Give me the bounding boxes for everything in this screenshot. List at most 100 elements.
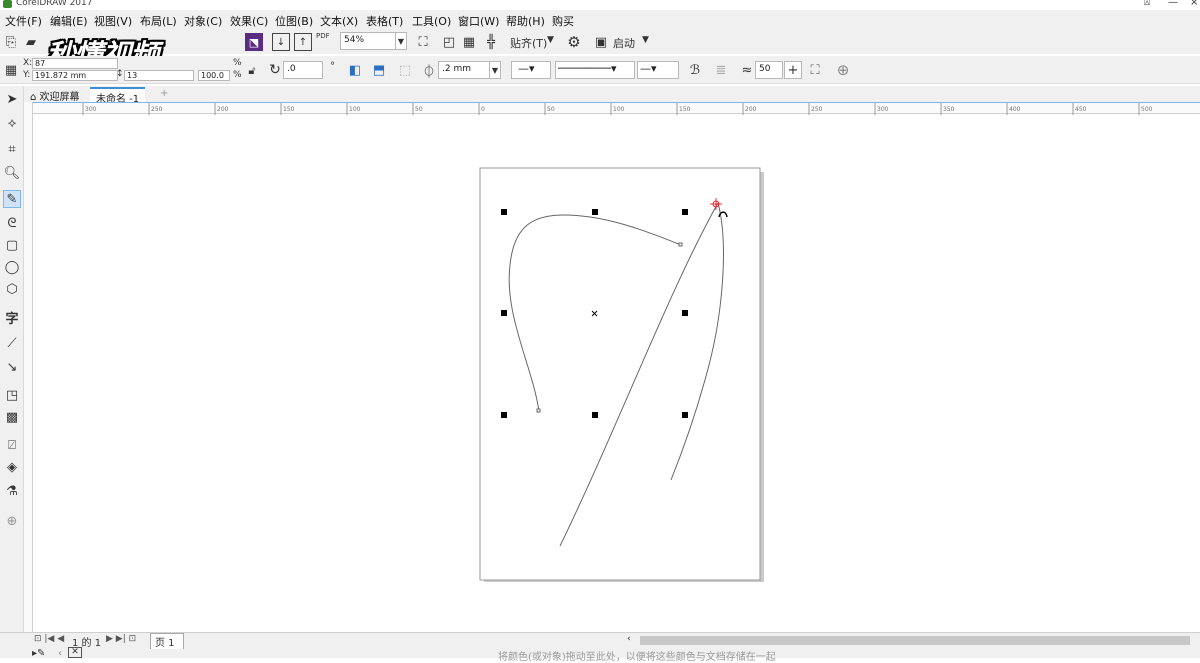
rectangle-tool-icon[interactable]: ▢ [3,236,21,254]
pdf-icon[interactable]: PDF [316,33,330,40]
freehand-tool-icon[interactable]: ✎ [3,190,21,208]
export-icon[interactable]: ↑ [294,33,312,51]
horizontal-ruler[interactable]: 300 250 200 150 100 50 0 50 100 150 200 250 300 350 40… [33,102,1200,115]
menu-file[interactable]: 文件(F) [5,13,42,29]
import-icon[interactable]: ↓ [272,33,290,51]
close-curve-icon[interactable]: ℬ [686,61,704,79]
selection-handle-bottom-left[interactable] [501,412,507,418]
zoom-dropdown-icon[interactable]: ▼ [396,32,407,50]
start-arrowhead-select[interactable]: —▾ [511,61,551,79]
mirror-horizontal-icon[interactable]: ◧ [346,61,364,79]
mirror-vertical-icon[interactable]: ⬒ [370,61,388,79]
tab-welcome-screen[interactable]: ⌂ 欢迎屏幕 [24,87,86,103]
quick-customize-icon[interactable]: ⊕ [834,61,852,79]
open-icon[interactable]: ▰ [22,33,40,51]
parallel-dimension-tool-icon[interactable]: ⟋ [3,334,21,352]
curve-node[interactable] [536,408,541,413]
options-gear-icon[interactable]: ⚙ [565,33,583,51]
snap-dropdown-icon[interactable]: ▼ [547,35,554,45]
y-position-field[interactable]: 191.872 mm [32,70,118,81]
selection-handle-bottom-right[interactable] [682,412,688,418]
interactive-fill-tool-icon[interactable]: ◈ [3,458,21,476]
show-grid-icon[interactable]: ▦ [460,33,478,51]
page-nav-first-icon[interactable]: ⊡ |◀ ◀ [34,634,64,644]
outline-width-dropdown-icon[interactable]: ▼ [490,61,501,79]
launch-menu[interactable]: 启动 [613,35,635,51]
new-document-icon[interactable]: ⎘ [2,33,20,51]
launch-dropdown-icon[interactable]: ▼ [642,35,649,45]
page-nav-last-icon[interactable]: ▶ ▶| ⊡ [106,634,136,644]
drawing-canvas[interactable] [34,115,1200,632]
smart-fill-tool-icon[interactable]: ⚗ [3,482,21,500]
launch-icon[interactable]: ▣ [592,33,610,51]
to-curves-icon[interactable]: ⬚ [396,61,414,79]
selection-handle-top-center[interactable] [592,209,598,215]
menu-layout[interactable]: 布局(L) [140,13,177,29]
smoothing-slider-icon[interactable]: + [784,61,802,79]
menu-buy[interactable]: 购买 [552,13,574,29]
show-rulers-icon[interactable]: ◰ [440,33,458,51]
drop-shadow-tool-icon[interactable]: ◳ [3,386,21,404]
scroll-left-icon[interactable]: ‹ [627,634,631,644]
artistic-media-tool-icon[interactable]: ᘓ [3,214,21,232]
selection-handle-bottom-center[interactable] [592,412,598,418]
menu-text[interactable]: 文本(X) [320,13,358,29]
menu-window[interactable]: 窗口(W) [458,13,499,29]
polygon-tool-icon[interactable]: ⬡ [3,280,21,298]
vertical-ruler[interactable] [24,102,33,632]
smoothing-value-field[interactable]: 50 [755,61,783,79]
palette-scroll-icon[interactable]: ‹ [58,648,62,659]
selection-handle-middle-left[interactable] [501,310,507,316]
close-button[interactable]: × [1190,0,1198,8]
page-tab-1[interactable]: 页 1 [150,633,184,649]
rotation-angle-field[interactable]: .0 [283,61,323,79]
outline-pen-icon[interactable]: ⏀ [420,61,438,80]
menu-help[interactable]: 帮助(H) [506,13,545,29]
zoom-level-field[interactable]: 54% [340,32,396,50]
height-field[interactable]: 13 [124,70,194,81]
horizontal-scrollbar[interactable] [640,636,1190,645]
menu-tools[interactable]: 工具(O) [412,13,451,29]
pick-tool-icon[interactable]: ➤ [3,90,21,108]
minimize-button[interactable]: — [1168,0,1178,8]
no-fill-swatch-icon[interactable]: ✕ [68,647,82,658]
end-arrowhead-select[interactable]: —▾ [637,61,679,79]
menu-edit[interactable]: 编辑(E) [50,13,88,29]
show-guidelines-icon[interactable]: ╬ [482,33,500,51]
menu-view[interactable]: 视图(V) [94,13,132,29]
curve-node[interactable] [678,242,683,247]
eyedropper-icon[interactable]: ▸✎ [32,648,45,659]
scale-field[interactable]: 100.0 [198,70,230,81]
snap-to-menu[interactable]: 贴齐(T) [510,35,547,51]
ellipse-tool-icon[interactable]: ◯ [3,258,21,276]
line-style-select[interactable]: ────────▾ [555,61,635,79]
selection-handle-middle-right[interactable] [682,310,688,316]
tab-untitled-1[interactable]: 未命名 -1 [90,87,146,105]
lock-ratio-icon[interactable]: 🔓︎ [243,62,261,80]
new-tab-icon[interactable]: + [154,87,174,102]
menu-object[interactable]: 对象(C) [184,13,222,29]
zoom-tool-icon[interactable]: 🔍︎ [3,164,21,182]
menu-table[interactable]: 表格(T) [366,13,403,29]
text-tool-icon[interactable]: 字 [3,308,21,327]
full-screen-icon[interactable]: ⛶ [414,33,432,51]
bounding-box-icon[interactable]: ⛶ [806,61,824,79]
selection-handle-top-right[interactable] [682,209,688,215]
color-eyedropper-tool-icon[interactable]: ⍁ [3,436,21,454]
menu-bitmap[interactable]: 位图(B) [275,13,313,29]
outline-width-field[interactable]: .2 mm [438,61,490,79]
transparency-tool-icon[interactable]: ▩ [3,408,21,426]
user-icon[interactable]: ⍓ [1144,0,1150,8]
menu-effects[interactable]: 效果(C) [230,13,268,29]
wrap-text-icon[interactable]: ≣ [712,61,730,79]
connector-tool-icon[interactable]: ↘ [3,358,21,376]
shape-tool-icon[interactable]: ⟡ [3,114,21,132]
selection-handle-top-left[interactable] [501,209,507,215]
object-origin-icon[interactable]: ▦ [2,61,20,79]
crop-tool-icon[interactable]: ⌗ [3,140,21,158]
x-position-field[interactable]: 87 [32,58,118,69]
add-tool-icon[interactable]: ⊕ [3,512,21,530]
freehand-smoothing-icon[interactable]: ≈ [738,61,756,79]
rotate-icon[interactable]: ↻ [266,61,284,79]
publish-icon[interactable]: ⬔ [245,33,263,51]
